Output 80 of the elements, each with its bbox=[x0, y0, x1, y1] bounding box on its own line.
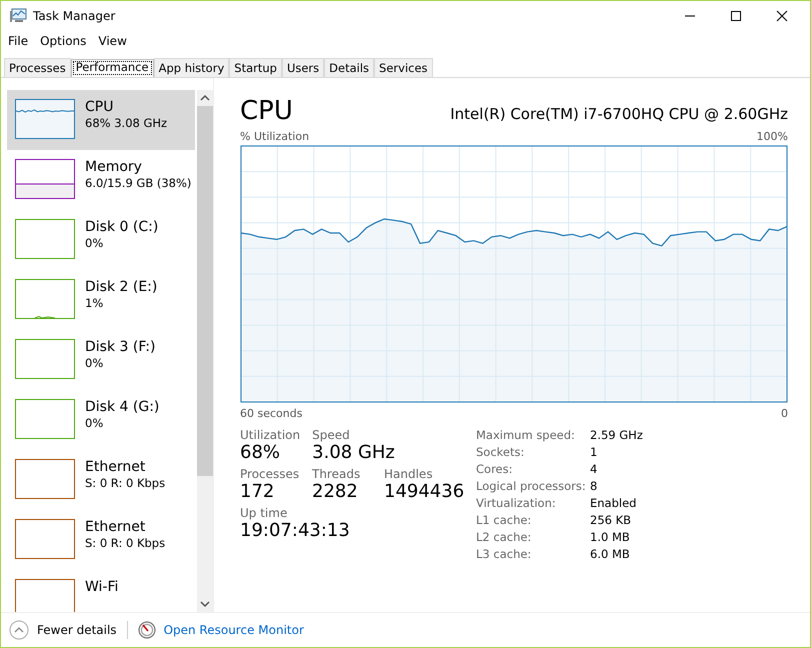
item-name: Ethernet bbox=[85, 519, 146, 536]
tab[interactable]: App history bbox=[154, 58, 230, 77]
sidebar-item[interactable]: Wi-Fi bbox=[7, 570, 195, 612]
scale-max-label: 100% bbox=[756, 130, 788, 143]
stat-label: Threads bbox=[312, 467, 362, 481]
spec-value: 2.59 GHz bbox=[590, 428, 643, 442]
stat-value: 1494436 bbox=[384, 481, 464, 502]
item-detail: 0% bbox=[85, 416, 104, 431]
item-detail: S: 0 R: 0 Kbps bbox=[85, 536, 166, 551]
tab[interactable]: Processes bbox=[4, 58, 71, 77]
spec-value: Enabled bbox=[590, 496, 638, 510]
item-name: Ethernet bbox=[85, 459, 146, 476]
sidebar-item[interactable]: Memory 6.0/15.9 GB (38%) bbox=[7, 150, 195, 210]
menu-item[interactable]: View bbox=[98, 34, 127, 48]
maximize-icon[interactable] bbox=[730, 10, 742, 22]
tab[interactable]: Startup bbox=[229, 58, 282, 77]
item-detail: 0% bbox=[85, 236, 104, 251]
axis-label: 0 bbox=[781, 407, 788, 420]
item-name: Disk 3 (F:) bbox=[85, 339, 156, 356]
chevron-up-circle-icon[interactable] bbox=[9, 620, 29, 640]
sidebar-item[interactable]: CPU 68% 3.08 GHz bbox=[7, 90, 195, 150]
scrollbar[interactable] bbox=[197, 90, 213, 612]
menu-item[interactable]: File bbox=[8, 34, 28, 48]
item-name: Disk 2 (E:) bbox=[85, 279, 158, 296]
stat-label: Up time bbox=[240, 506, 288, 520]
item-detail: 1% bbox=[85, 296, 104, 311]
tab[interactable]: Users bbox=[282, 58, 324, 77]
monitor-chart-icon bbox=[9, 8, 27, 24]
item-detail: 0% bbox=[85, 356, 104, 371]
stat-value: 172 bbox=[240, 481, 276, 502]
item-name: CPU bbox=[85, 99, 114, 116]
window-title: Task Manager bbox=[33, 9, 116, 23]
item-name: Disk 0 (C:) bbox=[85, 219, 158, 236]
spec-label: Virtualization: bbox=[476, 496, 557, 510]
sidebar-item[interactable]: Ethernet S: 0 R: 0 Kbps bbox=[7, 450, 195, 510]
panel-title: CPU bbox=[240, 96, 293, 126]
spec-label: L3 cache: bbox=[476, 547, 532, 561]
sidebar-item[interactable]: Ethernet S: 0 R: 0 Kbps bbox=[7, 510, 195, 570]
spec-value: 1.0 MB bbox=[590, 530, 631, 544]
gauge-icon bbox=[138, 621, 156, 639]
sidebar-item[interactable]: Disk 4 (G:) 0% bbox=[7, 390, 195, 450]
item-detail: S: 0 R: 0 Kbps bbox=[85, 476, 166, 491]
stat-label: Speed bbox=[312, 428, 351, 442]
stat-label: Utilization bbox=[240, 428, 300, 442]
spec-value: 8 bbox=[590, 479, 598, 493]
stat-value: 19:07:43:13 bbox=[240, 520, 350, 541]
item-name: Disk 4 (G:) bbox=[85, 399, 160, 416]
menu-item[interactable]: Options bbox=[40, 34, 86, 48]
spec-value: 4 bbox=[590, 462, 598, 476]
axis-label: % Utilization bbox=[240, 130, 310, 143]
item-name: Memory bbox=[85, 159, 143, 176]
item-detail: 6.0/15.9 GB (38%) bbox=[85, 176, 192, 191]
stat-label: Processes bbox=[240, 467, 300, 481]
spec-value: 256 KB bbox=[590, 513, 632, 527]
item-name: Wi-Fi bbox=[85, 579, 118, 596]
sidebar-item[interactable]: Disk 2 (E:) 1% bbox=[7, 270, 195, 330]
tab[interactable]: Details bbox=[324, 58, 374, 77]
fewer-details-button[interactable]: Fewer details bbox=[37, 623, 117, 637]
spec-label: Maximum speed: bbox=[476, 428, 576, 442]
sidebar-item[interactable]: Disk 3 (F:) 0% bbox=[7, 330, 195, 390]
tab[interactable]: Services bbox=[374, 58, 433, 77]
spec-label: L2 cache: bbox=[476, 530, 532, 544]
stat-value: 3.08 GHz bbox=[312, 442, 395, 463]
scrollbar-thumb[interactable] bbox=[197, 106, 213, 476]
spec-label: L1 cache: bbox=[476, 513, 532, 527]
axis-label: 60 seconds bbox=[240, 407, 302, 420]
sidebar-item[interactable]: Disk 0 (C:) 0% bbox=[7, 210, 195, 270]
cpu-model: Intel(R) Core(TM) i7-6700HQ CPU @ 2.60GHz bbox=[450, 105, 788, 123]
spec-value: 6.0 MB bbox=[590, 547, 631, 561]
open-resource-monitor-link[interactable]: Open Resource Monitor bbox=[164, 623, 304, 637]
spec-label: Cores: bbox=[476, 462, 514, 476]
stat-label: Handles bbox=[384, 467, 434, 481]
spec-value: 1 bbox=[590, 445, 598, 459]
close-icon[interactable] bbox=[776, 10, 788, 22]
tab[interactable]: Performance bbox=[70, 59, 154, 77]
spec-label: Sockets: bbox=[476, 445, 526, 459]
spec-label: Logical processors: bbox=[476, 479, 587, 493]
stat-value: 2282 bbox=[312, 481, 359, 502]
stat-value: 68% bbox=[240, 442, 282, 463]
item-detail: 68% 3.08 GHz bbox=[85, 116, 168, 131]
